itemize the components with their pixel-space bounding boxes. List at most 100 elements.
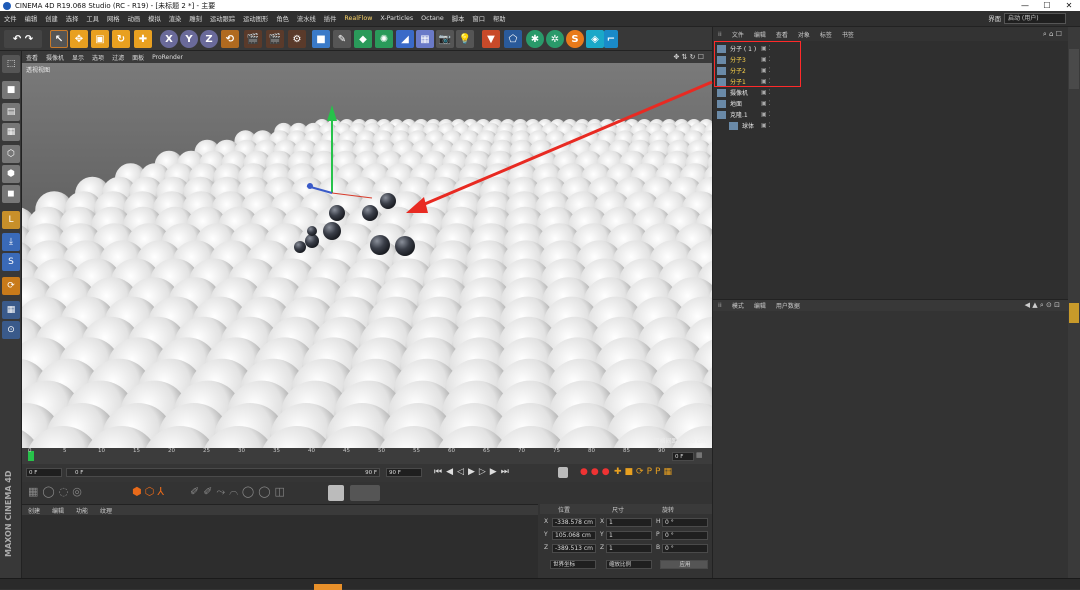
timeline[interactable]: 0 5 10 15 20 25 30 35 40 45 50 55 60 65 70 75 80 85 90 0 F…: [22, 448, 712, 464]
snapping-icon[interactable]: S: [2, 253, 20, 271]
record-key-icons[interactable]: ●●●: [580, 467, 613, 477]
playback-controls[interactable]: ⏮◀◁▶▷▶⏭: [434, 467, 513, 477]
mat-menu-texture[interactable]: 纹理: [94, 506, 118, 515]
vp-menu-view[interactable]: 查看: [22, 53, 42, 62]
deformer-icon[interactable]: ◢: [396, 30, 414, 48]
mat-menu-create[interactable]: 创建: [22, 506, 46, 515]
coord-size-field[interactable]: 1: [606, 531, 652, 540]
spline-tools-icons[interactable]: ✐✐⤳⌒◯◯◫: [190, 485, 289, 499]
molecule-sphere[interactable]: [294, 241, 306, 253]
make-editable-icon[interactable]: ⬚: [2, 55, 20, 73]
light-icon[interactable]: 💡: [456, 30, 474, 48]
floor-icon[interactable]: ▦: [416, 30, 434, 48]
molecule-sphere[interactable]: [307, 226, 317, 236]
polygons-mode-icon[interactable]: ◼: [2, 185, 20, 203]
menu-animate[interactable]: 动画: [124, 14, 145, 23]
object-row[interactable]: 球体 ▣ ⁚: [715, 120, 1065, 131]
preview-range-slider[interactable]: 0 F 90 F: [66, 468, 380, 477]
modeling-tools-icons[interactable]: ▦◯◌◎: [28, 485, 86, 498]
timeline-grip-icon[interactable]: ▦: [696, 451, 703, 459]
menu-simulate[interactable]: 模拟: [144, 14, 165, 23]
octane-icon[interactable]: ◈: [586, 30, 604, 48]
model-mode-icon[interactable]: ■: [2, 81, 20, 99]
menu-tools[interactable]: 工具: [82, 14, 103, 23]
obj-menu-file[interactable]: 文件: [727, 30, 749, 39]
coord-mode-dropdown[interactable]: 世界坐标: [550, 560, 596, 569]
camera-icon[interactable]: 📷: [436, 30, 454, 48]
minimize-button[interactable]: —: [1014, 0, 1036, 11]
menu-mograph[interactable]: 运动图形: [239, 14, 272, 23]
attr-menu-mode[interactable]: 模式: [727, 301, 749, 310]
goto-end-icon[interactable]: [558, 467, 568, 478]
coord-pos-field[interactable]: -338.578 cm: [552, 518, 596, 527]
obj-menu-bookmarks[interactable]: 书签: [837, 30, 859, 39]
vp-menu-camera[interactable]: 摄像机: [42, 53, 68, 62]
scale-icon[interactable]: ▣: [91, 30, 109, 48]
obj-menu-tags[interactable]: 标签: [815, 30, 837, 39]
menu-octane[interactable]: Octane: [417, 15, 448, 22]
menu-pipeline[interactable]: 流水线: [293, 14, 320, 23]
molecule-sphere[interactable]: [323, 222, 341, 240]
z-axis-icon[interactable]: Z: [200, 30, 218, 48]
move-icon[interactable]: ✥: [70, 30, 88, 48]
viewport-nav-icons[interactable]: ✥ ⇅ ↻ ☐: [669, 53, 708, 61]
mat-menu-edit[interactable]: 编辑: [46, 506, 70, 515]
menu-xparticles[interactable]: X-Particles: [376, 15, 417, 22]
molecule-sphere[interactable]: [362, 205, 378, 221]
xp-tools-icon[interactable]: [350, 485, 380, 501]
side-tabs[interactable]: [1068, 27, 1080, 589]
menu-mesh[interactable]: 网格: [103, 14, 124, 23]
array-icon[interactable]: ✺: [375, 30, 393, 48]
axis-mode-icon[interactable]: L: [2, 211, 20, 229]
mograph-tools-icons[interactable]: ⬢⬡⅄: [132, 485, 167, 498]
coord-pos-field[interactable]: -389.513 cm: [552, 544, 596, 553]
pen-spline-icon[interactable]: ✎: [333, 30, 351, 48]
attr-menu-userdata[interactable]: 用户数据: [771, 301, 805, 310]
end-frame-field[interactable]: 90 F: [386, 468, 422, 477]
molecule-sphere[interactable]: [305, 234, 319, 248]
vp-menu-options[interactable]: 选项: [88, 53, 108, 62]
object-row[interactable]: 克隆.1 ▣ ⁚: [715, 109, 1065, 120]
solo-hierarchy-icon[interactable]: ⊙: [2, 321, 20, 339]
obj-menu-grip-icon[interactable]: ⁞⁞: [713, 31, 727, 38]
menu-create[interactable]: 创建: [41, 14, 62, 23]
object-name[interactable]: 摄像机: [730, 88, 748, 97]
obj-menu-view[interactable]: 查看: [771, 30, 793, 39]
menu-script[interactable]: 脚本: [448, 14, 469, 23]
render-picture-viewer-icon[interactable]: 🎬: [266, 30, 284, 48]
molecule-sphere[interactable]: [329, 205, 345, 221]
molecule-sphere[interactable]: [370, 235, 390, 255]
menu-file[interactable]: 文件: [0, 14, 21, 23]
current-frame-field[interactable]: 0 F: [672, 452, 694, 461]
attr-menu-grip-icon[interactable]: ⁞⁞: [713, 302, 727, 309]
menu-character[interactable]: 角色: [272, 14, 293, 23]
molecule-sphere[interactable]: [395, 236, 415, 256]
coord-size-field[interactable]: 1: [606, 544, 652, 553]
menu-realflow[interactable]: RealFlow: [340, 15, 376, 22]
live-select-icon[interactable]: ↖: [50, 30, 68, 48]
object-name[interactable]: 克隆.1: [730, 110, 748, 119]
coord-rot-field[interactable]: 0 °: [662, 544, 708, 553]
menu-sculpt[interactable]: 雕刻: [185, 14, 206, 23]
render-view-icon[interactable]: 🎬: [244, 30, 262, 48]
edges-mode-icon[interactable]: ⬢: [2, 165, 20, 183]
coord-pos-field[interactable]: 105.068 cm: [552, 531, 596, 540]
visibility-toggle-icon[interactable]: ▣ ⁚: [761, 89, 770, 96]
molecule-sphere[interactable]: [380, 193, 396, 209]
transform-icon[interactable]: ✚: [134, 30, 152, 48]
menu-motion-tracking[interactable]: 运动跟踪: [206, 14, 239, 23]
realflow-emitter-icon[interactable]: ▼: [482, 30, 500, 48]
layout-dropdown[interactable]: 启动 (用户): [1004, 13, 1066, 24]
attr-menu-edit[interactable]: 编辑: [749, 301, 771, 310]
plugin-corner-icon[interactable]: ⌐: [604, 30, 618, 48]
coord-scale-dropdown[interactable]: 缩放比例: [606, 560, 652, 569]
menu-help[interactable]: 帮助: [489, 14, 510, 23]
solo-icon[interactable]: ▦: [2, 301, 20, 319]
xp-system-icon[interactable]: ⬠: [504, 30, 522, 48]
start-frame-field[interactable]: 0 F: [26, 468, 62, 477]
subdivision-icon[interactable]: ◆: [354, 30, 372, 48]
lock-workplane-icon[interactable]: ⟳: [2, 277, 20, 295]
attr-nav-icons[interactable]: ◀ ▲ ⌕ ⊙ ⊡: [1020, 301, 1065, 310]
menu-edit[interactable]: 编辑: [21, 14, 42, 23]
key-tracks-icons[interactable]: ✚■⟳PP▦: [614, 467, 675, 477]
